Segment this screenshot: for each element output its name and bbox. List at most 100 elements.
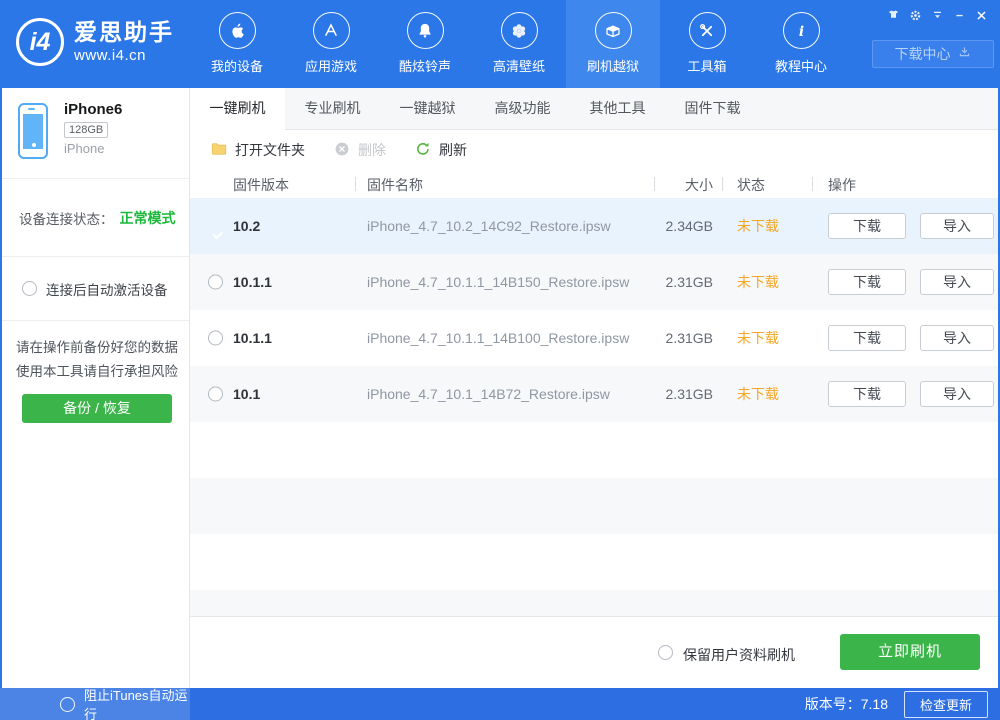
firmware-name: iPhone_4.7_10.1.1_14B150_Restore.ipsw <box>367 274 629 290</box>
nav-item-toolbox[interactable]: 工具箱 <box>660 0 754 88</box>
firmware-size: 2.34GB <box>666 218 713 234</box>
empty-row <box>190 478 998 534</box>
tab-one-click-flash[interactable]: 一键刷机 <box>190 88 285 130</box>
collapse-icon[interactable] <box>926 5 948 25</box>
firmware-row[interactable]: 10.1.1 iPhone_4.7_10.1.1_14B150_Restore.… <box>190 254 998 310</box>
settings-gear-icon[interactable] <box>904 5 926 25</box>
tab-firmware-download[interactable]: 固件下载 <box>665 88 760 129</box>
window-body: iPhone6 128GB iPhone 设备连接状态： 正常模式 连接后自动激… <box>0 88 1000 688</box>
firmware-row[interactable]: 10.2 iPhone_4.7_10.2_14C92_Restore.ipsw … <box>190 198 998 254</box>
svg-text:i: i <box>799 24 804 40</box>
warning-section: 请在操作前备份好您的数据 使用本工具请自行承担风险 备份 / 恢复 <box>2 321 189 423</box>
download-center-label: 下载中心 <box>895 44 951 64</box>
firmware-name: iPhone_4.7_10.1.1_14B100_Restore.ipsw <box>367 330 629 346</box>
apple-icon <box>219 12 256 49</box>
device-capacity-badge: 128GB <box>64 122 108 138</box>
tab-other-tools[interactable]: 其他工具 <box>570 88 665 129</box>
appstore-icon <box>313 12 350 49</box>
firmware-version: 10.1.1 <box>233 274 272 290</box>
auto-activate-label: 连接后自动激活设备 <box>46 279 168 299</box>
column-firmware-name: 固件名称 <box>367 175 423 195</box>
delete-icon <box>333 140 351 161</box>
import-button[interactable]: 导入 <box>920 381 994 407</box>
firmware-radio[interactable] <box>208 387 223 402</box>
firmware-size: 2.31GB <box>666 274 713 290</box>
auto-activate-radio[interactable] <box>22 281 37 296</box>
firmware-radio[interactable] <box>208 275 223 290</box>
firmware-version: 10.2 <box>233 218 260 234</box>
refresh-button[interactable]: 刷新 <box>414 140 467 161</box>
firmware-version: 10.1 <box>233 386 260 402</box>
empty-row <box>190 590 998 616</box>
empty-row <box>190 422 998 478</box>
auto-activate-option[interactable]: 连接后自动激活设备 <box>2 257 189 321</box>
tab-pro-flash[interactable]: 专业刷机 <box>285 88 380 129</box>
nav-item-apps-games[interactable]: 应用游戏 <box>284 0 378 88</box>
import-button[interactable]: 导入 <box>920 213 994 239</box>
table-header: 固件版本 固件名称 大小 状态 操作 <box>190 170 998 198</box>
firmware-radio[interactable] <box>208 331 223 346</box>
i4-tools-window: i4 爱思助手 www.i4.cn 我的设备 应用游戏 <box>0 0 1000 720</box>
connection-status-label: 设备连接状态： <box>19 208 114 228</box>
warning-line-1: 请在操作前备份好您的数据 <box>16 336 189 360</box>
wallpaper-icon <box>501 12 538 49</box>
firmware-name: iPhone_4.7_10.1_14B72_Restore.ipsw <box>367 386 610 402</box>
column-divider <box>812 177 813 191</box>
firmware-row[interactable]: 10.1.1 iPhone_4.7_10.1.1_14B100_Restore.… <box>190 310 998 366</box>
column-divider <box>722 177 723 191</box>
empty-row <box>190 534 998 590</box>
window-controls <box>882 5 992 25</box>
column-firmware-version: 固件版本 <box>233 175 289 195</box>
bell-icon <box>407 12 444 49</box>
download-center-button[interactable]: 下载中心 <box>872 40 994 68</box>
download-button[interactable]: 下载 <box>828 213 906 239</box>
firmware-row[interactable]: 10.1 iPhone_4.7_10.1_14B72_Restore.ipsw … <box>190 366 998 422</box>
nav-item-tutorials[interactable]: i 教程中心 <box>754 0 848 88</box>
app-url: www.i4.cn <box>74 47 174 64</box>
nav-item-flash-jailbreak[interactable]: 刷机越狱 <box>566 0 660 88</box>
info-icon: i <box>783 12 820 49</box>
column-action: 操作 <box>828 175 856 195</box>
download-button[interactable]: 下载 <box>828 381 906 407</box>
flash-now-button[interactable]: 立即刷机 <box>840 634 980 670</box>
toolbox-icon <box>689 12 726 49</box>
keep-user-data-label: 保留用户资料刷机 <box>683 645 795 665</box>
check-update-button[interactable]: 检查更新 <box>904 691 988 718</box>
tab-one-click-jailbreak[interactable]: 一键越狱 <box>380 88 475 129</box>
tab-advanced[interactable]: 高级功能 <box>475 88 570 129</box>
download-button[interactable]: 下载 <box>828 325 906 351</box>
delete-button[interactable]: 删除 <box>333 140 386 161</box>
skin-icon[interactable] <box>882 5 904 25</box>
close-icon[interactable] <box>970 5 992 25</box>
device-name: iPhone6 <box>64 101 189 118</box>
firmware-status: 未下载 <box>737 384 779 404</box>
refresh-icon <box>414 140 432 161</box>
firmware-status: 未下载 <box>737 272 779 292</box>
firmware-status: 未下载 <box>737 216 779 236</box>
backup-restore-button[interactable]: 备份 / 恢复 <box>22 394 172 423</box>
flash-footer: 保留用户资料刷机 立即刷机 <box>190 616 998 688</box>
nav-item-ringtones[interactable]: 酷炫铃声 <box>378 0 472 88</box>
firmware-version: 10.1.1 <box>233 330 272 346</box>
nav-item-wallpapers[interactable]: 高清壁纸 <box>472 0 566 88</box>
block-itunes-option[interactable]: 阻止iTunes自动运行 <box>0 688 190 720</box>
nav-item-my-devices[interactable]: 我的设备 <box>190 0 284 88</box>
import-button[interactable]: 导入 <box>920 269 994 295</box>
warning-line-2: 使用本工具请自行承担风险 <box>16 360 189 384</box>
import-button[interactable]: 导入 <box>920 325 994 351</box>
folder-icon <box>210 140 228 161</box>
download-icon <box>957 45 972 63</box>
block-itunes-label: 阻止iTunes自动运行 <box>84 685 190 720</box>
firmware-size: 2.31GB <box>666 386 713 402</box>
keep-user-data-radio[interactable] <box>658 645 673 660</box>
device-model: iPhone <box>64 141 189 156</box>
block-itunes-radio[interactable] <box>60 697 75 712</box>
firmware-status: 未下载 <box>737 328 779 348</box>
connection-status-section: 设备连接状态： 正常模式 <box>2 179 189 257</box>
download-button[interactable]: 下载 <box>828 269 906 295</box>
device-sidebar: iPhone6 128GB iPhone 设备连接状态： 正常模式 连接后自动激… <box>2 88 190 688</box>
minimize-icon[interactable] <box>948 5 970 25</box>
version-label: 版本号：7.18 <box>805 694 888 714</box>
tab-bar: 一键刷机 专业刷机 一键越狱 高级功能 其他工具 固件下载 <box>190 88 998 130</box>
open-folder-button[interactable]: 打开文件夹 <box>210 140 305 161</box>
